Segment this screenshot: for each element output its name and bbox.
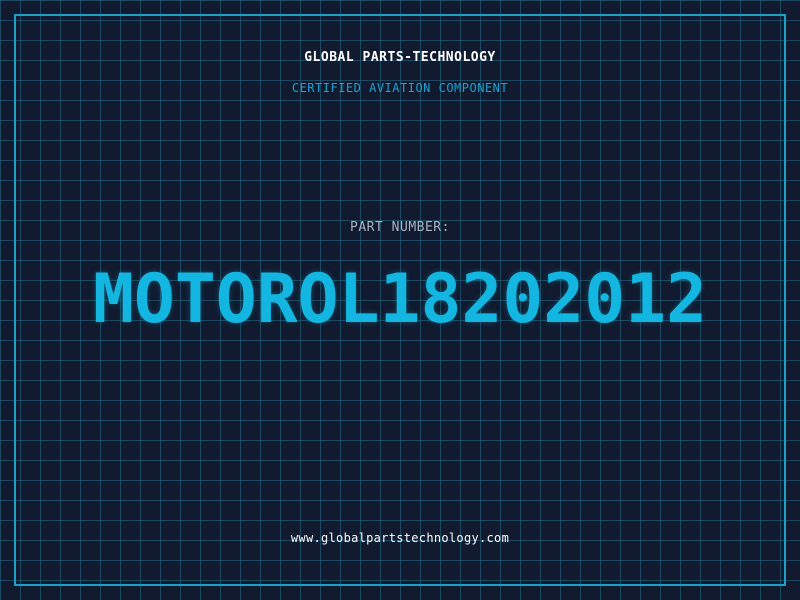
company-name: GLOBAL PARTS-TECHNOLOGY xyxy=(304,50,496,65)
part-number-value: MOTOROL18202012 xyxy=(92,260,708,339)
part-number-label: PART NUMBER: xyxy=(350,220,450,235)
certification-subtitle: CERTIFIED AVIATION COMPONENT xyxy=(291,81,509,95)
website-url: www.globalpartstechnology.com xyxy=(290,531,510,545)
